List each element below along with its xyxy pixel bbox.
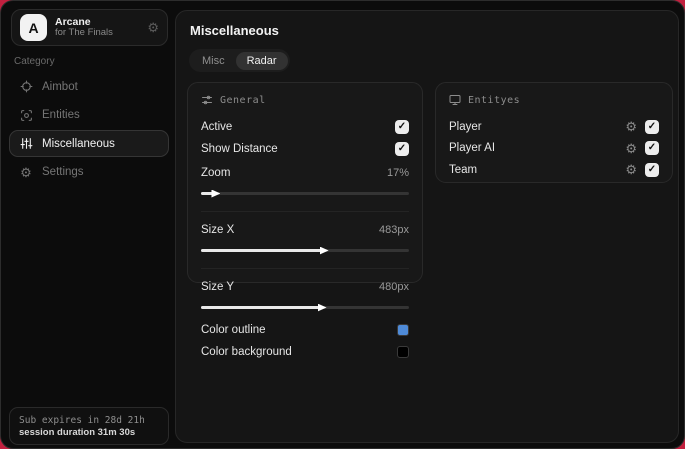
crosshair-icon xyxy=(19,80,33,94)
row-show-distance: Show Distance xyxy=(201,138,409,160)
row-active: Active xyxy=(201,116,409,138)
row-zoom: Zoom 17% xyxy=(201,162,409,184)
size-y-value: 480px xyxy=(379,281,409,293)
sidebar-item-settings[interactable]: ⚙ Settings xyxy=(9,159,169,186)
row-color-outline: Color outline xyxy=(201,319,409,341)
slider-fill xyxy=(201,249,322,252)
row-player: Player ⚙ xyxy=(449,116,659,138)
row-label: Player xyxy=(449,120,482,133)
page-title: Miscellaneous xyxy=(190,23,279,38)
profile-text: Arcane for The Finals xyxy=(55,16,139,39)
sidebar-nav: Aimbot Entities Miscellaneous ⚙ Settings xyxy=(9,73,169,187)
avatar: A xyxy=(20,14,47,41)
category-label: Category xyxy=(14,56,55,67)
row-size-y: Size Y 480px xyxy=(201,276,409,298)
zoom-slider-group: Zoom 17% xyxy=(201,160,409,205)
app-window: A Arcane for The Finals ⚙ Category Aimbo… xyxy=(0,0,685,449)
color-outline-swatch[interactable] xyxy=(397,324,409,336)
row-color-background: Color background xyxy=(201,341,409,363)
color-background-swatch[interactable] xyxy=(397,346,409,358)
sidebar-item-miscellaneous[interactable]: Miscellaneous xyxy=(9,130,169,157)
main-content: Miscellaneous Misc Radar General Active … xyxy=(175,10,679,443)
sliders-horizontal-icon xyxy=(201,94,213,106)
profile-gear-icon[interactable]: ⚙ xyxy=(147,21,159,34)
row-label: Team xyxy=(449,163,478,176)
sidebar-item-label: Miscellaneous xyxy=(42,137,115,150)
entities-panel: Entityes Player ⚙ Player AI ⚙ Team xyxy=(435,82,673,183)
row-label: Active xyxy=(201,121,233,133)
entities-panel-title: Entityes xyxy=(468,94,521,106)
tab-radar[interactable]: Radar xyxy=(235,51,288,70)
size-x-value: 483px xyxy=(379,224,409,236)
slider-track xyxy=(201,192,409,195)
size-y-slider-group: Size Y 480px xyxy=(201,268,409,319)
gear-icon: ⚙ xyxy=(20,164,32,180)
team-settings-gear-icon[interactable]: ⚙ xyxy=(625,163,637,176)
row-label: Color background xyxy=(201,346,292,358)
row-player-ai: Player AI ⚙ xyxy=(449,138,659,160)
player-checkbox[interactable] xyxy=(645,119,659,134)
slider-thumb[interactable] xyxy=(317,303,327,312)
sidebar-item-label: Settings xyxy=(42,166,84,178)
scan-icon xyxy=(19,108,33,122)
size-y-slider[interactable] xyxy=(201,303,409,312)
sidebar-item-label: Entities xyxy=(42,109,80,121)
subscription-card: Sub expires in 28d 21h session duration … xyxy=(9,407,169,445)
tab-bar: Misc Radar xyxy=(189,49,290,72)
slider-thumb[interactable] xyxy=(211,189,221,198)
profile-card: A Arcane for The Finals ⚙ xyxy=(11,9,168,46)
player-ai-checkbox[interactable] xyxy=(645,141,659,156)
row-label: Color outline xyxy=(201,324,266,336)
sidebar-item-entities[interactable]: Entities xyxy=(9,102,169,129)
sidebar-item-aimbot[interactable]: Aimbot xyxy=(9,73,169,100)
row-label: Player AI xyxy=(449,142,496,155)
tab-misc[interactable]: Misc xyxy=(191,52,236,70)
slider-thumb[interactable] xyxy=(319,246,329,255)
sliders-icon xyxy=(19,137,33,151)
active-checkbox[interactable] xyxy=(395,120,409,134)
session-duration-text: session duration 31m 30s xyxy=(19,426,136,438)
app-subtitle: for The Finals xyxy=(55,27,113,39)
row-team: Team ⚙ xyxy=(449,159,659,181)
general-panel-header: General xyxy=(201,94,409,106)
general-panel: General Active Show Distance Zoom 17% xyxy=(187,82,423,358)
row-label: Zoom xyxy=(201,167,231,179)
sidebar: A Arcane for The Finals ⚙ Category Aimbo… xyxy=(1,1,176,448)
row-label: Size X xyxy=(201,224,235,236)
size-x-slider-group: Size X 483px xyxy=(201,211,409,262)
player-settings-gear-icon[interactable]: ⚙ xyxy=(625,120,637,133)
row-label: Size Y xyxy=(201,281,235,293)
row-size-x: Size X 483px xyxy=(201,219,409,241)
sub-expires-text: Sub expires in 28d 21h xyxy=(19,414,145,426)
size-x-slider[interactable] xyxy=(201,246,409,255)
general-panel-title: General xyxy=(220,94,266,106)
zoom-slider[interactable] xyxy=(201,189,409,198)
row-label: Show Distance xyxy=(201,143,278,155)
show-distance-checkbox[interactable] xyxy=(395,142,409,156)
sidebar-item-label: Aimbot xyxy=(42,80,78,93)
player-ai-settings-gear-icon[interactable]: ⚙ xyxy=(625,142,637,155)
zoom-value: 17% xyxy=(386,167,409,179)
monitor-icon xyxy=(449,94,461,106)
slider-fill xyxy=(201,306,320,309)
entities-panel-header: Entityes xyxy=(449,94,659,106)
team-checkbox[interactable] xyxy=(645,162,659,177)
